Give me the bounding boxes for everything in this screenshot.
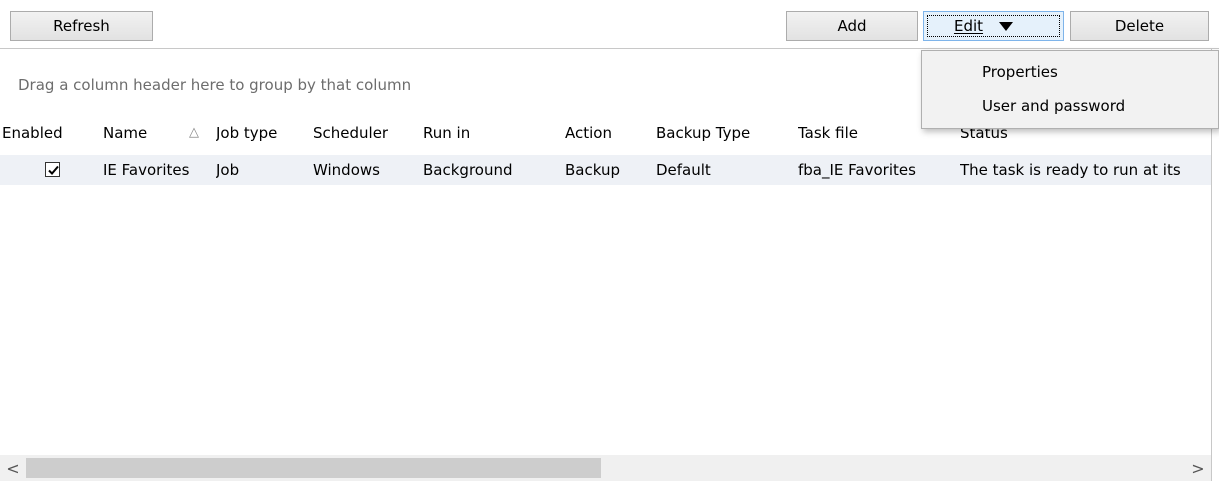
- delete-button[interactable]: Delete: [1070, 11, 1209, 41]
- enabled-checkbox[interactable]: [45, 162, 60, 177]
- group-by-panel[interactable]: Drag a column header here to group by th…: [18, 76, 411, 94]
- checkmark-icon: [48, 165, 59, 175]
- scroll-left-icon[interactable]: <: [0, 455, 26, 481]
- cell-task-file: fba_IE Favorites: [798, 161, 916, 179]
- scrollbar-thumb[interactable]: [26, 458, 601, 478]
- column-header-enabled[interactable]: Enabled: [2, 119, 63, 147]
- cell-job-type: Job: [216, 161, 240, 179]
- add-button[interactable]: Add: [786, 11, 918, 41]
- scroll-right-icon[interactable]: >: [1185, 455, 1211, 481]
- horizontal-scrollbar[interactable]: < >: [0, 455, 1211, 481]
- add-button-label: Add: [837, 17, 867, 35]
- refresh-button[interactable]: Refresh: [10, 11, 153, 41]
- menu-item-properties[interactable]: Properties: [982, 57, 1058, 87]
- cell-scheduler: Windows: [313, 161, 380, 179]
- edit-dropdown-menu: Properties User and password: [921, 50, 1219, 129]
- column-header-job-type[interactable]: Job type: [216, 119, 277, 147]
- cell-status: The task is ready to run at its: [960, 161, 1181, 179]
- grid-top-border: [0, 48, 1219, 49]
- table-row[interactable]: IE Favorites Job Windows Background Back…: [0, 155, 1211, 185]
- column-header-scheduler[interactable]: Scheduler: [313, 119, 388, 147]
- cell-name: IE Favorites: [103, 161, 190, 179]
- cell-backup-type: Default: [656, 161, 711, 179]
- column-header-name[interactable]: Name: [103, 119, 147, 147]
- delete-button-label: Delete: [1114, 17, 1165, 35]
- sort-ascending-icon: △: [189, 125, 199, 140]
- focus-rectangle: [927, 15, 1060, 37]
- cell-run-in: Background: [423, 161, 513, 179]
- menu-item-user-and-password[interactable]: User and password: [982, 91, 1125, 121]
- column-header-task-file[interactable]: Task file: [798, 119, 858, 147]
- column-header-backup-type[interactable]: Backup Type: [656, 119, 750, 147]
- column-header-action[interactable]: Action: [565, 119, 612, 147]
- cell-action: Backup: [565, 161, 620, 179]
- column-header-run-in[interactable]: Run in: [423, 119, 470, 147]
- refresh-button-label: Refresh: [53, 17, 110, 35]
- edit-button[interactable]: Edit: [923, 11, 1064, 41]
